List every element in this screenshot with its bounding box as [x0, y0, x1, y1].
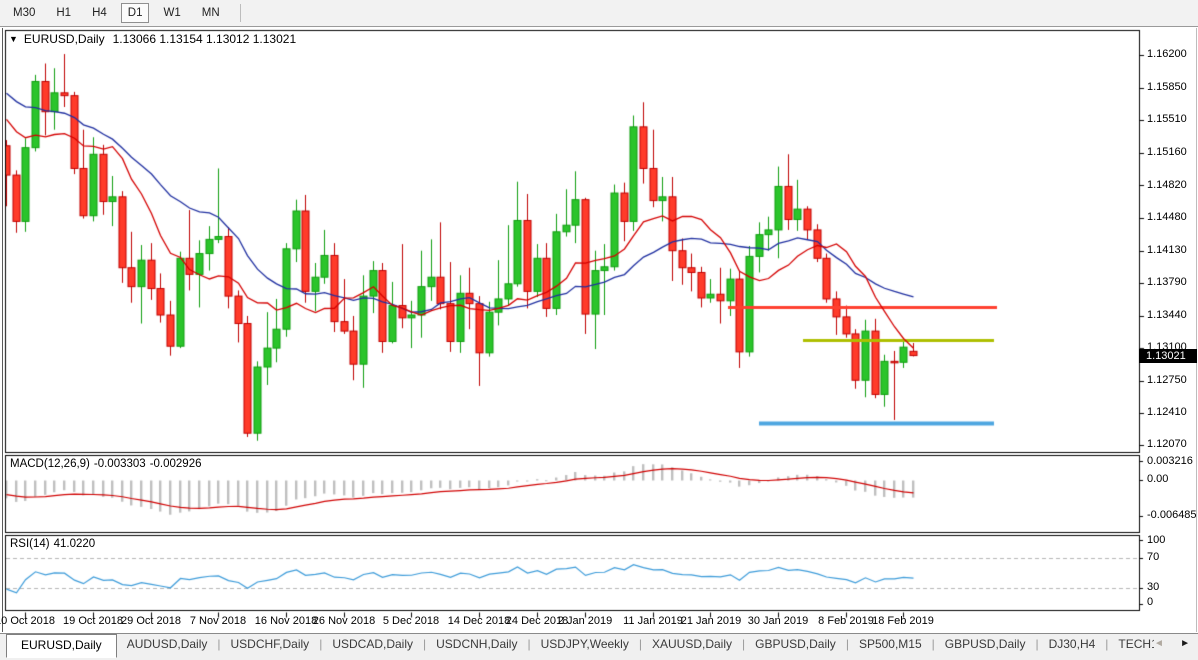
- date-axis-label: 8 Feb 2019: [818, 615, 874, 627]
- bottom-tab-bar: EURUSD,Daily AUDUSD,Daily | USDCHF,Daily…: [0, 633, 1198, 660]
- price-axis-label: 1.12070: [1147, 438, 1187, 450]
- price-axis-label: 1.14480: [1147, 211, 1187, 223]
- price-axis-label: 1.15850: [1147, 81, 1187, 93]
- rsi-axis-label: 70: [1147, 551, 1159, 563]
- mt4-chart-window: { "toolbar": { "timeframes": [ {"label":…: [0, 0, 1198, 660]
- price-axis-label: 1.13440: [1147, 309, 1187, 321]
- rsi-value: 41.0220: [54, 538, 96, 550]
- price-axis-label: 1.12750: [1147, 374, 1187, 386]
- rsi-name: RSI(14): [10, 538, 50, 550]
- tab-scroll-buttons: ◄ ►: [1154, 634, 1198, 649]
- price-axis-label: 1.16200: [1147, 48, 1187, 60]
- chart-tab-audusd-daily[interactable]: AUDUSD,Daily: [117, 634, 218, 655]
- price-axis-label: 1.14820: [1147, 179, 1187, 191]
- rsi-label: RSI(14) 41.0220: [10, 538, 99, 550]
- macd-name: MACD(12,26,9): [10, 458, 90, 470]
- chart-tab-gbpusd-daily-2[interactable]: GBPUSD,Daily: [935, 634, 1036, 655]
- date-axis-label: 2 Jan 2019: [558, 615, 612, 627]
- date-axis-label: 16 Nov 2018: [255, 615, 317, 627]
- date-axis-label: 18 Feb 2019: [872, 615, 934, 627]
- macd-axis-label: -0.006485: [1147, 509, 1197, 521]
- macd-axis-label: 0.003216: [1147, 455, 1193, 467]
- chart-canvas[interactable]: [0, 0, 1198, 660]
- macd-main-value: -0.003303: [94, 458, 146, 470]
- chart-tab-xauusd-daily[interactable]: XAUUSD,Daily: [642, 634, 742, 655]
- date-axis-label: 14 Dec 2018: [448, 615, 510, 627]
- rsi-axis-label: 100: [1147, 534, 1165, 546]
- date-axis-label: 5 Dec 2018: [383, 615, 439, 627]
- chart-tab-usdcad-daily[interactable]: USDCAD,Daily: [322, 634, 423, 655]
- date-axis-label: 29 Oct 2018: [121, 615, 181, 627]
- chart-symbol-label: EURUSD,Daily: [24, 32, 105, 46]
- date-axis-label: 10 Oct 2018: [0, 615, 55, 627]
- price-axis-label: 1.15160: [1147, 146, 1187, 158]
- chart-tab-usdchf-daily[interactable]: USDCHF,Daily: [221, 634, 320, 655]
- date-axis-label: 30 Jan 2019: [748, 615, 809, 627]
- price-axis-label: 1.15510: [1147, 113, 1187, 125]
- date-axis-label: 26 Nov 2018: [313, 615, 375, 627]
- chart-ohlc-values: 1.13066 1.13154 1.13012 1.13021: [113, 32, 297, 46]
- rsi-axis-label: 30: [1147, 581, 1159, 593]
- chart-tab-usdcnh-daily[interactable]: USDCNH,Daily: [426, 634, 527, 655]
- chart-tab-sp500-m15[interactable]: SP500,M15: [849, 634, 932, 655]
- chart-tab-dj30-h4[interactable]: DJ30,H4: [1039, 634, 1106, 655]
- price-axis-label: 1.13790: [1147, 276, 1187, 288]
- macd-signal-value: -0.002926: [150, 458, 202, 470]
- date-axis-label: 21 Jan 2019: [681, 615, 742, 627]
- price-axis-label: 1.14130: [1147, 244, 1187, 256]
- chart-title: ▼ EURUSD,Daily 1.13066 1.13154 1.13012 1.1…: [9, 32, 296, 46]
- chart-tab-tech100[interactable]: TECH100,: [1108, 634, 1154, 655]
- chart-tab-eurusd-daily[interactable]: EURUSD,Daily: [6, 634, 117, 658]
- macd-axis-label: 0.00: [1147, 473, 1168, 485]
- chart-tabs: EURUSD,Daily AUDUSD,Daily | USDCHF,Daily…: [0, 634, 1154, 658]
- price-axis-label: 1.12410: [1147, 406, 1187, 418]
- tab-scroll-right-icon[interactable]: ►: [1180, 638, 1190, 649]
- window-right-border: [1196, 28, 1197, 632]
- macd-label: MACD(12,26,9) -0.003303 -0.002926: [10, 458, 205, 470]
- chart-tab-usdjpy-weekly[interactable]: USDJPY,Weekly: [531, 634, 639, 655]
- window-left-border: [2, 28, 3, 632]
- rsi-axis-label: 0: [1147, 596, 1153, 608]
- date-axis-label: 11 Jan 2019: [623, 615, 683, 627]
- chart-dropdown-icon[interactable]: ▼: [9, 34, 18, 44]
- chart-tab-gbpusd-daily[interactable]: GBPUSD,Daily: [745, 634, 846, 655]
- tab-scroll-left-icon[interactable]: ◄: [1154, 638, 1164, 649]
- date-axis-label: 7 Nov 2018: [190, 615, 246, 627]
- date-axis-label: 19 Oct 2018: [63, 615, 123, 627]
- current-price-label: 1.13021: [1139, 349, 1197, 363]
